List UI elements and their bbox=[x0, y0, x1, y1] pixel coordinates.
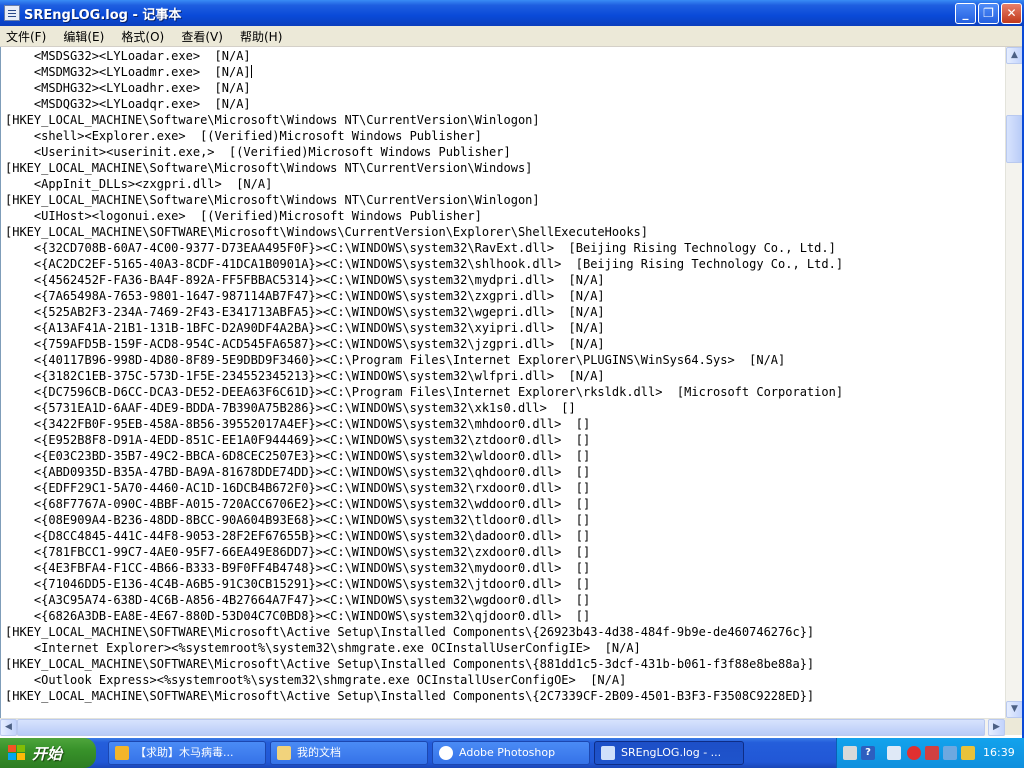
menu-format[interactable]: 格式(O) bbox=[115, 27, 170, 47]
text-line: <{4562452F-FA36-BA4F-892A-FF5FBBAC5314}>… bbox=[5, 273, 605, 287]
text-line: <{A3C95A74-638D-4C6B-A856-4B27664A7F47}>… bbox=[5, 593, 591, 607]
taskbar-item-help-post[interactable]: 【求助】木马病毒... bbox=[108, 741, 266, 765]
clock[interactable]: 16:39 bbox=[983, 746, 1015, 759]
text-line: <MSDMG32><LYLoadmr.exe> [N/A] bbox=[5, 65, 252, 79]
taskbar: 开始 【求助】木马病毒... 我的文档 Adobe Photoshop SREn… bbox=[0, 738, 1024, 768]
text-line: <{EDFF29C1-5A70-4460-AC1D-16DCB4B672F0}>… bbox=[5, 481, 591, 495]
taskbar-item-label: 【求助】木马病毒... bbox=[135, 746, 234, 759]
security-icon[interactable] bbox=[961, 746, 975, 760]
scroll-up-button[interactable]: ▲ bbox=[1006, 47, 1023, 64]
text-line: <{DC7596CB-D6CC-DCA3-DE52-DEEA63F6C61D}>… bbox=[5, 385, 844, 399]
close-button[interactable]: ✕ bbox=[1001, 3, 1022, 24]
text-line: <{525AB2F3-234A-7469-2F43-E341713ABFA5}>… bbox=[5, 305, 605, 319]
text-line: <{3182C1EB-375C-573D-1F5E-234552345213}>… bbox=[5, 369, 605, 383]
minimize-button[interactable]: _ bbox=[955, 3, 976, 24]
horizontal-scroll-thumb[interactable] bbox=[17, 719, 985, 736]
text-line: <shell><Explorer.exe> [(Verified)Microso… bbox=[5, 129, 482, 143]
text-line: <{ABD0935D-B35A-47BD-BA9A-81678DDE74DD}>… bbox=[5, 465, 591, 479]
horizontal-scrollbar[interactable]: ◀ ▶ bbox=[0, 718, 1005, 736]
text-line: [HKEY_LOCAL_MACHINE\Software\Microsoft\W… bbox=[5, 113, 540, 127]
folder-icon bbox=[277, 746, 291, 760]
text-line: [HKEY_LOCAL_MACHINE\SOFTWARE\Microsoft\A… bbox=[5, 625, 815, 639]
text-line: <Internet Explorer><%systemroot%\system3… bbox=[5, 641, 641, 655]
taskbar-item-label: Adobe Photoshop bbox=[459, 746, 556, 759]
menu-bar: 文件(F) 编辑(E) 格式(O) 查看(V) 帮助(H) bbox=[0, 26, 1024, 47]
text-line: <MSDSG32><LYLoadar.exe> [N/A] bbox=[5, 49, 251, 63]
text-caret bbox=[250, 65, 252, 78]
text-line: <{6826A3DB-EA8E-4E67-880D-53D04C7C0BD8}>… bbox=[5, 609, 591, 623]
taskbar-item-label: 我的文档 bbox=[297, 746, 341, 759]
photoshop-icon bbox=[439, 746, 453, 760]
text-line: <{A13AF41A-21B1-131B-1BFC-D2A90DF4A2BA}>… bbox=[5, 321, 605, 335]
text-line: <{3422FB0F-95EB-458A-8B56-39552017A4EF}>… bbox=[5, 417, 591, 431]
text-line: <{781FBCC1-99C7-4AE0-95F7-66EA49E86DD7}>… bbox=[5, 545, 591, 559]
text-line: <{4E3FBFA4-F1CC-4B66-B333-B9F0FF4B4748}>… bbox=[5, 561, 591, 575]
window-title: SREngLOG.log - 记事本 bbox=[24, 8, 182, 23]
text-line: <{32CD708B-60A7-4C00-9377-D73EAA495F0F}>… bbox=[5, 241, 836, 255]
start-label: 开始 bbox=[32, 745, 63, 763]
text-line: <{5731EA1D-6AAF-4DE9-BDDA-7B390A75B286}>… bbox=[5, 401, 576, 415]
antivirus-icon[interactable] bbox=[907, 746, 921, 760]
text-line: <{71046DD5-E136-4C4B-A6B5-91C30CB15291}>… bbox=[5, 577, 591, 591]
scroll-right-button[interactable]: ▶ bbox=[988, 719, 1005, 736]
text-line: [HKEY_LOCAL_MACHINE\SOFTWARE\Microsoft\A… bbox=[5, 689, 815, 703]
taskbar-item-label: SREngLOG.log - ... bbox=[621, 746, 722, 759]
text-line: <Outlook Express><%systemroot%\system32\… bbox=[5, 673, 627, 687]
scroll-left-button[interactable]: ◀ bbox=[0, 719, 17, 736]
text-editor[interactable]: <MSDSG32><LYLoadar.exe> [N/A] <MSDMG32><… bbox=[0, 47, 1005, 718]
browser-icon bbox=[115, 746, 129, 760]
volume-icon[interactable] bbox=[887, 746, 901, 760]
text-line: <{E03C23BD-35B7-49C2-BBCA-6D8CEC2507E3}>… bbox=[5, 449, 591, 463]
taskbar-item-my-documents[interactable]: 我的文档 bbox=[270, 741, 428, 765]
taskbar-item-photoshop[interactable]: Adobe Photoshop bbox=[432, 741, 590, 765]
notepad-icon bbox=[601, 746, 615, 760]
editor-lines: <MSDSG32><LYLoadar.exe> [N/A] <MSDMG32><… bbox=[1, 47, 1005, 704]
text-line: <UIHost><logonui.exe> [(Verified)Microso… bbox=[5, 209, 482, 223]
windows-logo-icon bbox=[8, 745, 26, 761]
text-line: <{D8CC4845-441C-44F8-9053-28F2EF67655B}>… bbox=[5, 529, 591, 543]
text-line: <{7A65498A-7653-9801-1647-987114AB7F47}>… bbox=[5, 289, 605, 303]
text-line: <{08E909A4-B236-48DD-8BCC-90A604B93E68}>… bbox=[5, 513, 591, 527]
keyboard-icon[interactable] bbox=[843, 746, 857, 760]
start-button[interactable]: 开始 bbox=[0, 738, 96, 768]
menu-file[interactable]: 文件(F) bbox=[0, 27, 52, 47]
help-icon[interactable]: ? bbox=[861, 746, 875, 760]
text-line: [HKEY_LOCAL_MACHINE\SOFTWARE\Microsoft\A… bbox=[5, 657, 815, 671]
menu-view[interactable]: 查看(V) bbox=[175, 27, 229, 47]
system-tray: ? 16:39 bbox=[836, 738, 1024, 768]
text-line: [HKEY_LOCAL_MACHINE\Software\Microsoft\W… bbox=[5, 193, 540, 207]
text-line: <Userinit><userinit.exe,> [(Verified)Mic… bbox=[5, 145, 511, 159]
title-bar[interactable]: SREngLOG.log - 记事本 _ ❐ ✕ bbox=[0, 0, 1024, 26]
network-icon[interactable] bbox=[943, 746, 957, 760]
text-line: <{68F7767A-090C-4BBF-A015-720ACC6706E2}>… bbox=[5, 497, 591, 511]
text-line: <AppInit_DLLs><zxgpri.dll> [N/A] bbox=[5, 177, 273, 191]
firewall-icon[interactable] bbox=[925, 746, 939, 760]
menu-edit[interactable]: 编辑(E) bbox=[57, 27, 110, 47]
text-line: [HKEY_LOCAL_MACHINE\Software\Microsoft\W… bbox=[5, 161, 533, 175]
text-line: [HKEY_LOCAL_MACHINE\SOFTWARE\Microsoft\W… bbox=[5, 225, 648, 239]
vertical-scroll-thumb[interactable] bbox=[1006, 115, 1023, 163]
text-line: <MSDHG32><LYLoadhr.exe> [N/A] bbox=[5, 81, 251, 95]
text-line: <{759AFD5B-159F-ACD8-954C-ACD545FA6587}>… bbox=[5, 337, 605, 351]
menu-help[interactable]: 帮助(H) bbox=[234, 27, 288, 47]
text-line: <{40117B96-998D-4D80-8F89-5E9DBD9F3460}>… bbox=[5, 353, 786, 367]
notepad-icon[interactable] bbox=[4, 5, 20, 21]
taskbar-item-notepad[interactable]: SREngLOG.log - ... bbox=[594, 741, 744, 765]
vertical-scrollbar[interactable]: ▲ ▼ bbox=[1005, 47, 1023, 718]
text-line: <{E952B8F8-D91A-4EDD-851C-EE1A0F944469}>… bbox=[5, 433, 591, 447]
text-line: <MSDQG32><LYLoadqr.exe> [N/A] bbox=[5, 97, 251, 111]
scroll-down-button[interactable]: ▼ bbox=[1006, 701, 1023, 718]
text-line: <{AC2DC2EF-5165-40A3-8CDF-41DCA1B0901A}>… bbox=[5, 257, 844, 271]
maximize-button[interactable]: ❐ bbox=[978, 3, 999, 24]
